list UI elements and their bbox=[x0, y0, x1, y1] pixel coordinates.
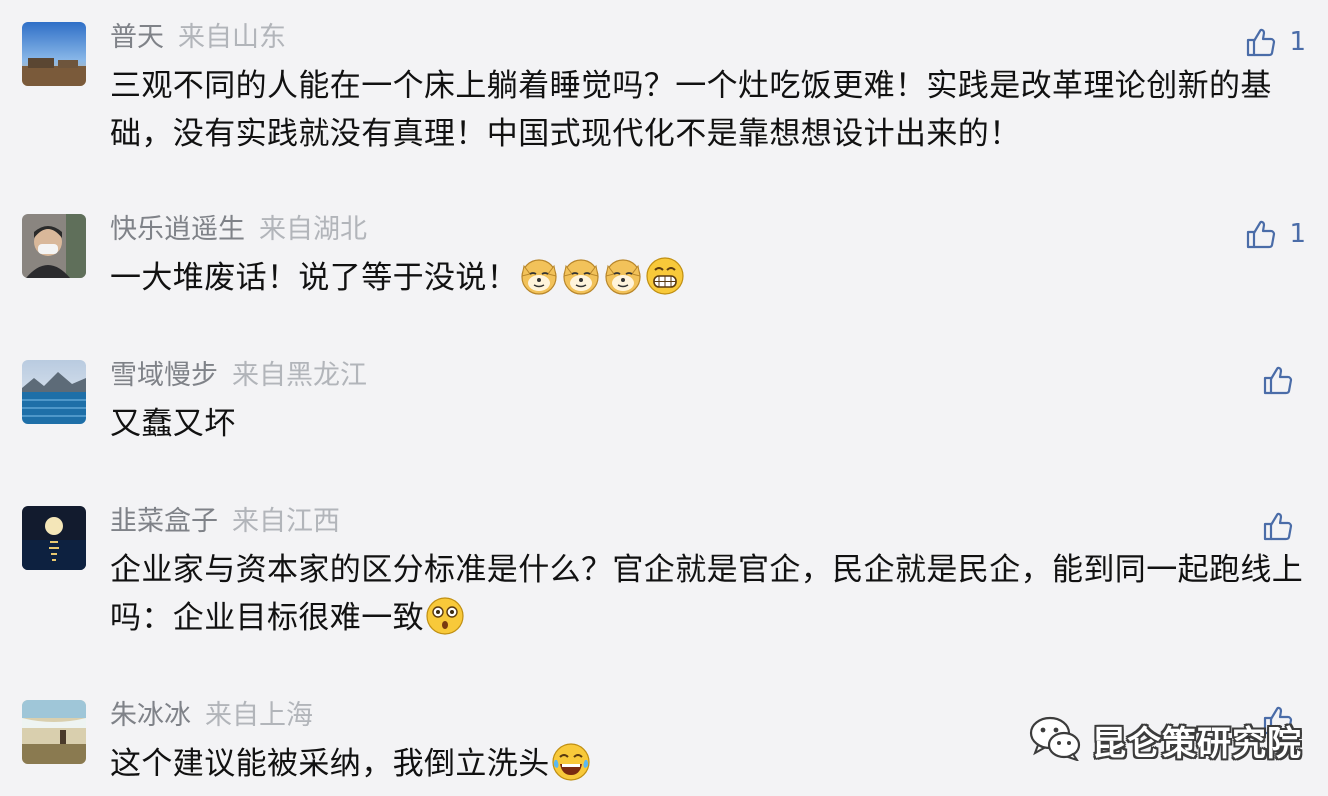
like-button[interactable] bbox=[1262, 506, 1306, 546]
thumbs-up-icon bbox=[1262, 510, 1294, 542]
laugh-tears-icon bbox=[551, 742, 591, 782]
watermark: 昆仑策研究院 bbox=[1028, 712, 1302, 768]
thumbs-up-icon bbox=[1245, 26, 1277, 58]
watermark-text: 昆仑策研究院 bbox=[1092, 723, 1302, 764]
wechat-icon bbox=[1028, 715, 1082, 765]
like-count: 1 bbox=[1289, 219, 1306, 249]
astonished-icon bbox=[425, 596, 465, 636]
user-location: 来自江西 bbox=[232, 506, 340, 537]
avatar[interactable] bbox=[22, 214, 86, 278]
user-location: 来自山东 bbox=[178, 22, 286, 53]
comment-meta: 快乐逍遥生 来自湖北 bbox=[110, 210, 367, 250]
comment-text: 企业家与资本家的区分标准是什么？官企就是官企，民企就是民企，能到同一起跑线上吗：… bbox=[110, 546, 1315, 642]
comment-text-content: 一大堆废话！说了等于没说！ bbox=[110, 260, 519, 296]
user-location: 来自上海 bbox=[205, 700, 313, 731]
avatar[interactable] bbox=[22, 506, 86, 570]
user-location: 来自黑龙江 bbox=[232, 360, 367, 391]
like-button[interactable]: 1 bbox=[1245, 22, 1306, 62]
like-count: 1 bbox=[1289, 27, 1306, 57]
comment-text-content: 这个建议能被采纳，我倒立洗头 bbox=[110, 746, 550, 782]
username[interactable]: 普天 bbox=[110, 22, 164, 53]
avatar[interactable] bbox=[22, 360, 86, 424]
doge-icon bbox=[519, 256, 559, 296]
like-button[interactable] bbox=[1262, 360, 1306, 400]
doge-icon bbox=[561, 256, 601, 296]
comment-meta: 普天 来自山东 bbox=[110, 18, 286, 58]
username[interactable]: 快乐逍遥生 bbox=[110, 214, 245, 245]
like-button[interactable]: 1 bbox=[1245, 214, 1306, 254]
thumbs-up-icon bbox=[1245, 218, 1277, 250]
comment-text: 一大堆废话！说了等于没说！ bbox=[110, 254, 1315, 302]
username[interactable]: 雪域慢步 bbox=[110, 360, 218, 391]
avatar[interactable] bbox=[22, 700, 86, 764]
comment-list: 普天 来自山东 1 三观不同的人能在一个床上躺着睡觉吗？一个灶吃饭更难！实践是改革… bbox=[0, 0, 1328, 796]
avatar[interactable] bbox=[22, 22, 86, 86]
username[interactable]: 韭菜盒子 bbox=[110, 506, 218, 537]
comment-text-content: 企业家与资本家的区分标准是什么？官企就是官企，民企就是民企，能到同一起跑线上吗：… bbox=[110, 552, 1304, 636]
grin-icon bbox=[645, 256, 685, 296]
doge-icon bbox=[603, 256, 643, 296]
user-location: 来自湖北 bbox=[259, 214, 367, 245]
comment-text: 三观不同的人能在一个床上躺着睡觉吗？一个灶吃饭更难！实践是改革理论创新的基础，没… bbox=[110, 68, 1272, 152]
comment-meta: 朱冰冰 来自上海 bbox=[110, 696, 313, 736]
comment-meta: 雪域慢步 来自黑龙江 bbox=[110, 356, 367, 396]
username[interactable]: 朱冰冰 bbox=[110, 700, 191, 731]
comment-meta: 韭菜盒子 来自江西 bbox=[110, 502, 340, 542]
comment-text: 又蠢又坏 bbox=[110, 406, 236, 442]
thumbs-up-icon bbox=[1262, 364, 1294, 396]
